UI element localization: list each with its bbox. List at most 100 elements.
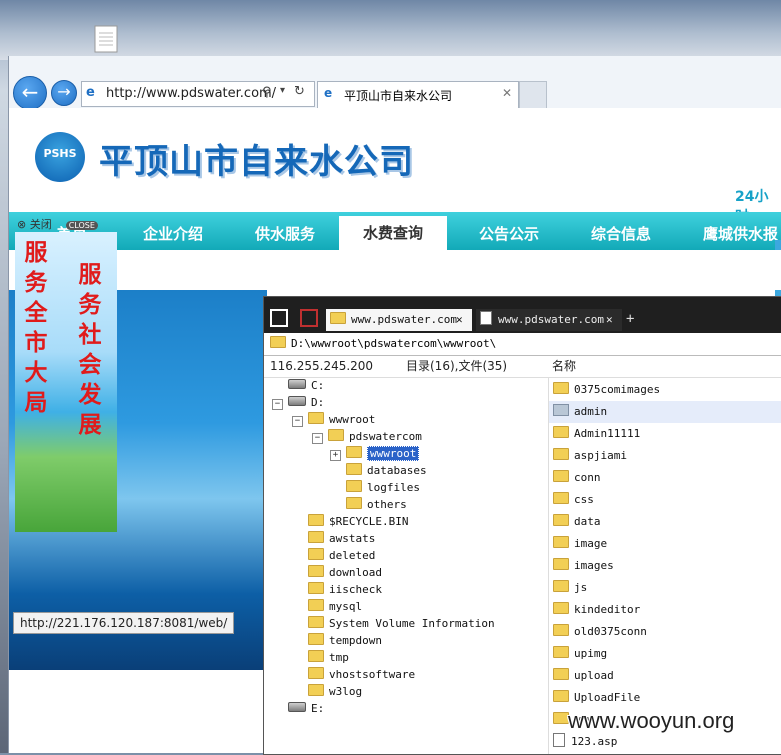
list-item[interactable]: kindeditor <box>549 599 781 621</box>
tree-node[interactable]: tmp <box>308 649 349 666</box>
list-item[interactable]: images <box>549 555 781 577</box>
ad-close-badge[interactable]: CLOSE <box>65 221 98 230</box>
status-bar: http://221.176.120.187:8081/web/ <box>13 612 235 634</box>
collapse-icon[interactable]: − <box>312 433 323 444</box>
tab-label: www.pdswater.com <box>351 313 457 326</box>
add-tab-icon[interactable]: + <box>626 311 634 327</box>
list-item[interactable]: image <box>549 533 781 555</box>
collapse-icon[interactable]: − <box>272 399 283 410</box>
tree-node[interactable]: − D: <box>272 394 324 411</box>
close-tab-icon[interactable]: ✕ <box>502 86 512 100</box>
tree-node[interactable]: tempdown <box>308 632 382 649</box>
tree-node[interactable]: mysql <box>308 598 362 615</box>
new-tab-button[interactable] <box>519 81 547 109</box>
list-item[interactable]: aspjiami <box>549 445 781 467</box>
menu-service[interactable]: 供水服务 <box>255 223 315 244</box>
record-icon[interactable] <box>300 309 318 327</box>
search-icon[interactable]: ⚲ <box>262 85 272 100</box>
forward-button[interactable]: → <box>51 80 77 106</box>
tree-node[interactable]: awstats <box>308 530 375 547</box>
ad-close[interactable]: ⊗ 关闭 CLOSE <box>17 216 98 232</box>
path-text: D:\wwwroot\pdswatercom\wwwroot\ <box>291 337 497 350</box>
file-manager-tab[interactable]: www.pdswater.com ✕ <box>476 309 622 331</box>
file-icon <box>480 311 492 325</box>
tree-node[interactable]: download <box>308 564 382 581</box>
list-item[interactable]: admin <box>549 401 781 423</box>
list-item[interactable]: old0375conn <box>549 621 781 643</box>
menu-about[interactable]: 企业介绍 <box>143 223 203 244</box>
folder-icon <box>308 616 324 628</box>
tree-node-selected[interactable]: + wwwroot <box>330 445 420 462</box>
tree-node[interactable]: w3log <box>308 683 362 700</box>
name-column-header[interactable]: 名称 <box>552 355 576 377</box>
list-item[interactable]: data <box>549 511 781 533</box>
content-area <box>9 250 781 290</box>
drive-icon <box>288 379 306 389</box>
list-item[interactable]: 123.asp <box>549 731 781 753</box>
browser-tab[interactable]: e 平顶山市自来水公司 ✕ <box>317 81 519 109</box>
drive-icon <box>288 396 306 406</box>
tree-node[interactable]: $RECYCLE.BIN <box>308 513 408 530</box>
site-menu: 首页 企业介绍 供水服务 水费查询 公告公示 综合信息 鹰城供水报 <box>9 212 781 250</box>
list-item[interactable]: upload <box>549 665 781 687</box>
list-item[interactable]: Admin11111 <box>549 423 781 445</box>
expand-icon[interactable]: + <box>330 450 341 461</box>
folder-icon <box>346 446 362 458</box>
tree-node[interactable]: deleted <box>308 547 375 564</box>
tree-node[interactable]: vhostsoftware <box>308 666 415 683</box>
folder-icon <box>328 429 344 441</box>
company-logo: PSHS <box>35 132 85 182</box>
close-tab-icon[interactable]: ✕ <box>456 309 463 331</box>
folder-icon <box>308 565 324 577</box>
tree-node[interactable]: databases <box>346 462 427 479</box>
file-manager-tab-active[interactable]: www.pdswater.com ✕ <box>326 309 472 331</box>
tree-node[interactable]: C: <box>288 377 324 394</box>
back-button[interactable]: ← <box>13 76 47 110</box>
document-icon[interactable] <box>92 24 122 54</box>
list-item[interactable]: 0375comimages <box>549 379 781 401</box>
menu-notice[interactable]: 公告公示 <box>479 223 539 244</box>
folder-icon <box>346 463 362 475</box>
tree-node[interactable]: System Volume Information <box>308 615 495 632</box>
file-manager-tabbar: www.pdswater.com ✕ www.pdswater.com ✕ + <box>264 297 781 333</box>
menu-fee-query[interactable]: 水费查询 <box>339 216 447 250</box>
list-item[interactable]: UploadFile <box>549 687 781 709</box>
folder-icon <box>553 536 569 548</box>
folder-icon <box>553 404 569 416</box>
tree-node[interactable]: − wwwroot <box>292 411 375 428</box>
folder-icon <box>308 582 324 594</box>
tree-node[interactable]: iischeck <box>308 581 382 598</box>
folder-icon <box>553 580 569 592</box>
path-bar[interactable]: D:\wwwroot\pdswatercom\wwwroot\ <box>264 333 781 356</box>
refresh-icon[interactable]: ↻ <box>294 84 305 99</box>
address-text: http://www.pdswater.com/ <box>106 86 277 101</box>
tree-node[interactable]: − pdswatercom <box>312 428 422 445</box>
folder-icon <box>553 514 569 526</box>
list-item[interactable]: css <box>549 489 781 511</box>
file-icon <box>553 733 565 747</box>
folder-icon <box>553 712 569 724</box>
ie-icon: e <box>324 86 333 100</box>
tree-node[interactable]: E: <box>288 700 324 717</box>
menu-icon[interactable] <box>270 309 288 327</box>
list-item[interactable]: upimg <box>549 643 781 665</box>
ip-address: 116.255.245.200 <box>270 359 374 373</box>
address-bar[interactable]: e http://www.pdswater.com/ ⚲ ▾ ↻ <box>81 81 315 107</box>
folder-icon <box>553 646 569 658</box>
menu-newspaper[interactable]: 鹰城供水报 <box>703 223 778 244</box>
tree-node[interactable]: logfiles <box>346 479 420 496</box>
close-tab-icon[interactable]: ✕ <box>606 309 613 331</box>
dropdown-icon[interactable]: ▾ <box>280 85 285 96</box>
folder-icon <box>553 690 569 702</box>
menu-info[interactable]: 综合信息 <box>591 223 651 244</box>
folder-icon <box>330 312 346 324</box>
folder-icon <box>553 558 569 570</box>
collapse-icon[interactable]: − <box>292 416 303 427</box>
tree-node[interactable]: others <box>346 496 407 513</box>
ad-close-label: 关闭 <box>29 218 52 231</box>
floating-ad[interactable]: 服务全市大局 服务社会发展 <box>15 232 117 532</box>
browser-toolbar: ← → e http://www.pdswater.com/ ⚲ ▾ ↻ e 平… <box>9 56 781 110</box>
list-item[interactable]: conn <box>549 467 781 489</box>
list-item[interactable]: js <box>549 577 781 599</box>
folder-icon <box>308 650 324 662</box>
